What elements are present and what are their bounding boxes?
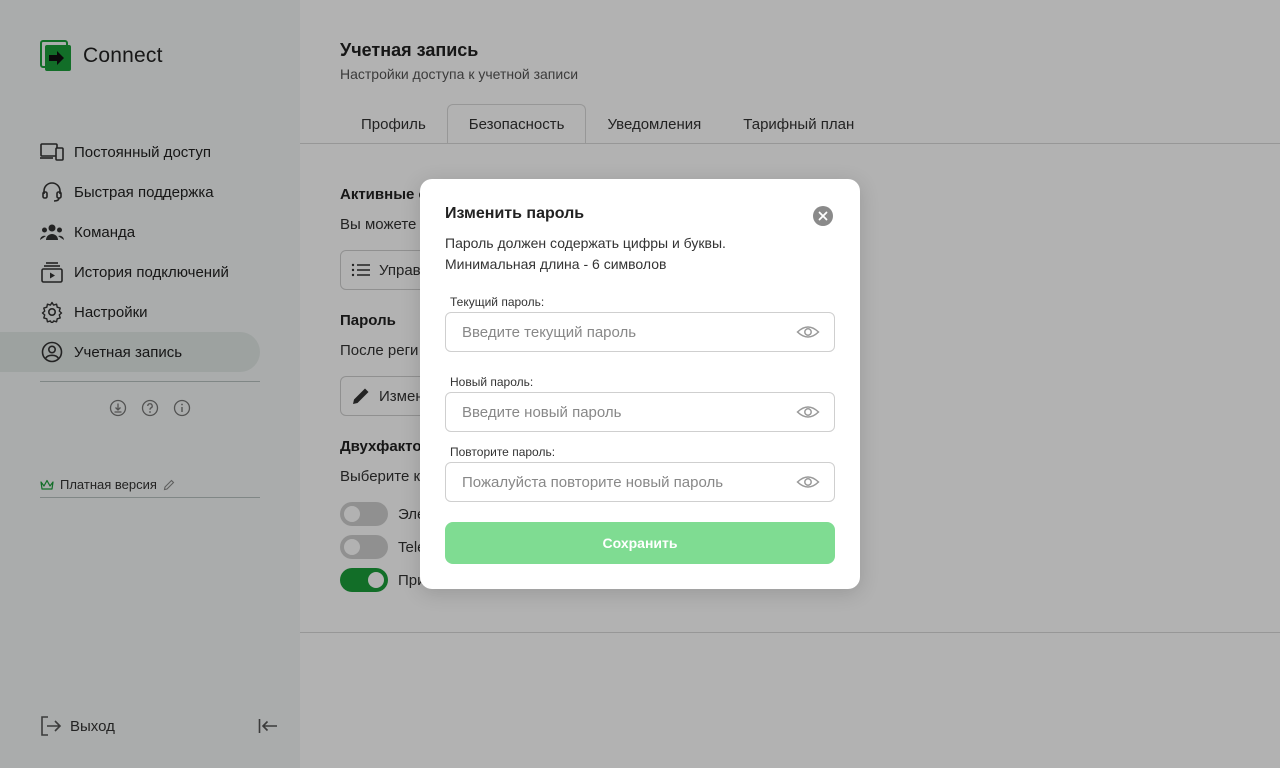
description-line: Пароль должен содержать цифры и буквы.	[445, 235, 726, 251]
new-password-field	[445, 392, 835, 432]
new-password-input[interactable]	[462, 393, 782, 431]
modal-title: Изменить пароль	[445, 205, 585, 222]
modal-description: Пароль должен содержать цифры и буквы. М…	[445, 233, 835, 275]
current-password-input[interactable]	[462, 313, 782, 351]
save-button[interactable]: Сохранить	[445, 522, 835, 564]
repeat-password-label: Повторите пароль:	[450, 445, 556, 459]
new-password-label: Новый пароль:	[450, 375, 534, 389]
description-line: Минимальная длина - 6 символов	[445, 256, 667, 272]
eye-icon[interactable]	[796, 322, 820, 342]
eye-icon[interactable]	[796, 472, 820, 492]
change-password-modal: Изменить пароль Пароль должен содержать …	[420, 179, 860, 589]
close-icon[interactable]	[813, 206, 833, 226]
eye-icon[interactable]	[796, 402, 820, 422]
repeat-password-input[interactable]	[462, 463, 782, 501]
current-password-field	[445, 312, 835, 352]
repeat-password-field	[445, 462, 835, 502]
current-password-label: Текущий пароль:	[450, 295, 545, 309]
